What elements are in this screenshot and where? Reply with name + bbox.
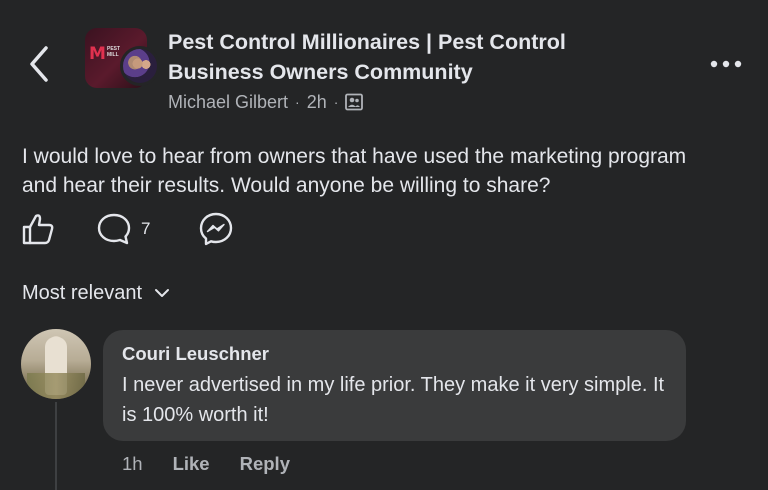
comment-sort-dropdown[interactable]: Most relevant — [22, 279, 170, 307]
comment-button[interactable]: 7 — [96, 211, 150, 247]
more-options-button[interactable] — [706, 54, 746, 74]
author-avatar[interactable] — [120, 46, 160, 86]
author-name[interactable]: Michael Gilbert — [168, 92, 288, 113]
comment-bubble-icon — [97, 213, 131, 245]
more-horizontal-icon — [710, 60, 742, 68]
comment-text: I never advertised in my life prior. The… — [122, 374, 665, 426]
comment-meta: 1h Like Reply — [122, 451, 290, 477]
group-members-icon — [345, 93, 364, 111]
sort-label: Most relevant — [22, 281, 143, 304]
commenter-avatar[interactable] — [21, 329, 91, 399]
comment-count: 7 — [141, 219, 151, 238]
post-time[interactable]: 2h — [307, 92, 327, 113]
group-name[interactable]: Pest Control Millionaires | Pest Control… — [168, 27, 628, 87]
separator: · — [295, 94, 300, 110]
post-meta: Michael Gilbert · 2h · — [168, 90, 364, 114]
group-avatar-logo: M — [89, 44, 106, 64]
separator: · — [333, 94, 339, 110]
chevron-down-icon — [155, 289, 170, 297]
chevron-left-icon — [30, 46, 48, 82]
back-button[interactable] — [22, 42, 58, 86]
comment-reply-button[interactable]: Reply — [240, 453, 290, 475]
comment-like-button[interactable]: Like — [173, 453, 210, 475]
post-text: I would love to hear from owners that ha… — [22, 145, 687, 197]
like-button[interactable] — [20, 211, 60, 247]
send-in-messenger-button[interactable] — [198, 211, 238, 247]
messenger-icon — [199, 212, 233, 246]
comment-author[interactable]: Couri Leuschner — [122, 343, 269, 365]
thread-line — [55, 402, 57, 490]
comment-time[interactable]: 1h — [122, 453, 143, 475]
thumbs-up-icon — [22, 214, 54, 245]
group-avatar-logo-text: PEST MILL — [107, 46, 121, 58]
